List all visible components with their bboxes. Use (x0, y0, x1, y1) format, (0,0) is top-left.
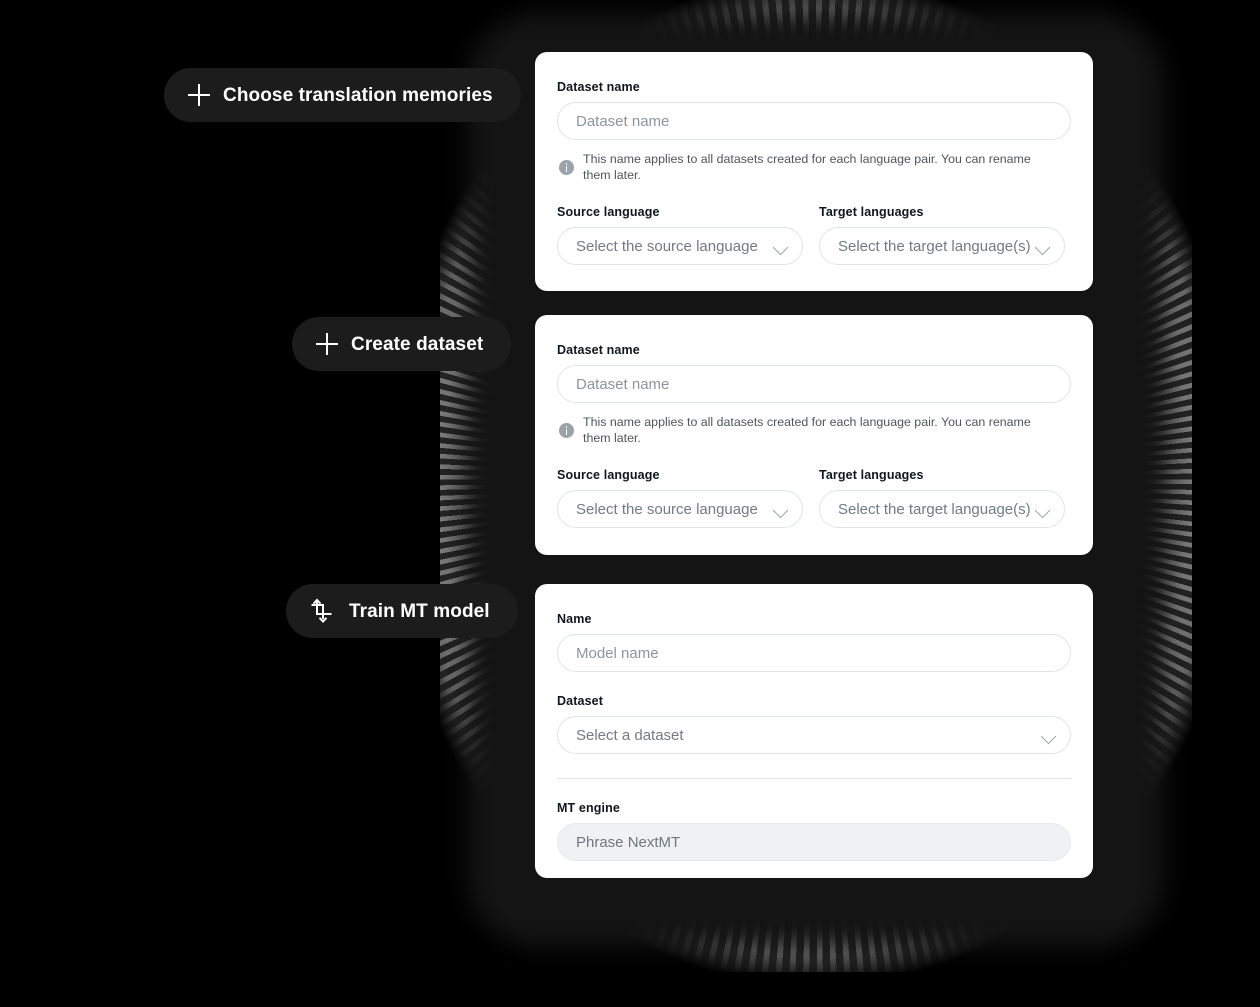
target-languages-label: Target languages (819, 468, 924, 482)
target-languages-value: Select the target language(s) (838, 237, 1031, 255)
dataset-name-hint-text: This name applies to all datasets create… (583, 415, 1031, 445)
section-divider (557, 778, 1071, 779)
target-languages-select[interactable]: Select the target language(s) (819, 490, 1065, 528)
target-languages-value: Select the target language(s) (838, 500, 1031, 518)
language-row: Source language Select the source langua… (557, 468, 1071, 528)
dataset-name-hint-text: This name applies to all datasets create… (583, 152, 1031, 182)
target-languages-label: Target languages (819, 205, 924, 219)
dataset-name-input[interactable] (557, 365, 1071, 403)
mt-engine-field (557, 823, 1071, 861)
card-train-mt-model: Name Dataset Select a dataset MT engine (535, 584, 1093, 878)
dataset-select-label: Dataset (557, 694, 604, 708)
plus-icon (316, 333, 338, 355)
target-languages-select[interactable]: Select the target language(s) (819, 227, 1065, 265)
dataset-name-hint: This name applies to all datasets create… (557, 414, 1071, 446)
dataset-name-label: Dataset name (557, 343, 640, 357)
dataset-name-hint: This name applies to all datasets create… (557, 151, 1071, 183)
target-languages-group: Target languages Select the target langu… (819, 468, 1065, 528)
dataset-name-input[interactable] (557, 102, 1071, 140)
model-name-label: Name (557, 612, 592, 626)
pill-label: Train MT model (349, 600, 490, 622)
target-languages-group: Target languages Select the target langu… (819, 205, 1065, 265)
screenshot-stage: Dataset name This name applies to all da… (0, 0, 1260, 1007)
source-language-select[interactable]: Select the source language (557, 490, 803, 528)
card-create-dataset: Dataset name This name applies to all da… (535, 315, 1093, 555)
source-language-label: Source language (557, 205, 660, 219)
source-language-label: Source language (557, 468, 660, 482)
pill-train-mt-model[interactable]: Train MT model (286, 584, 518, 638)
plus-icon (188, 84, 210, 106)
info-icon (559, 160, 574, 175)
pill-label: Choose translation memories (223, 84, 493, 106)
info-icon (559, 423, 574, 438)
pill-create-dataset[interactable]: Create dataset (292, 317, 512, 371)
source-language-group: Source language Select the source langua… (557, 205, 803, 265)
source-language-value: Select the source language (576, 237, 758, 255)
crop-transform-icon (310, 598, 336, 624)
model-name-input[interactable] (557, 634, 1071, 672)
source-language-select[interactable]: Select the source language (557, 227, 803, 265)
mt-engine-label: MT engine (557, 801, 620, 815)
dataset-select-value: Select a dataset (576, 726, 684, 744)
pill-label: Create dataset (351, 333, 484, 355)
dataset-name-label: Dataset name (557, 80, 640, 94)
pill-choose-translation-memories[interactable]: Choose translation memories (164, 68, 521, 122)
source-language-group: Source language Select the source langua… (557, 468, 803, 528)
source-language-value: Select the source language (576, 500, 758, 518)
card-translation-memories: Dataset name This name applies to all da… (535, 52, 1093, 291)
language-row: Source language Select the source langua… (557, 205, 1071, 265)
dataset-select[interactable]: Select a dataset (557, 716, 1071, 754)
